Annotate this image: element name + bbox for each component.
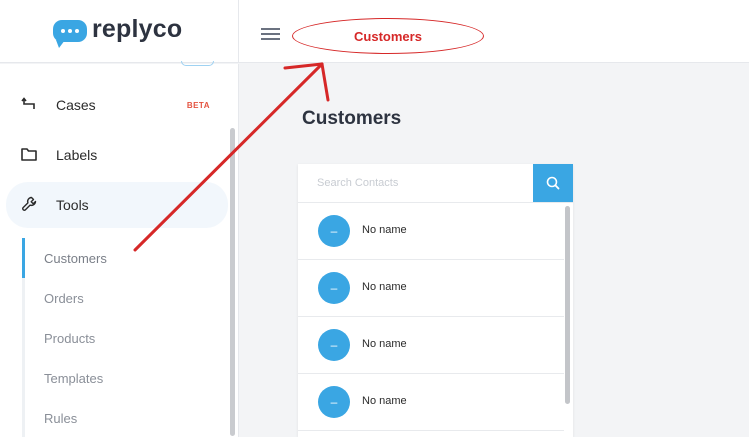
sidebar-scrollbar[interactable]	[230, 128, 235, 436]
sidebar-item-label: Tools	[56, 197, 89, 213]
sidebar-item-label: Cases	[56, 97, 96, 113]
contacts-panel: – No name – No name – No name – No name	[298, 164, 573, 437]
sidebar: Cases BETA Labels Tools Customers Orders…	[0, 61, 239, 437]
contact-name: No name	[362, 281, 407, 293]
annotation-label: Customers	[354, 28, 422, 44]
sidebar-item-cases[interactable]: Cases BETA	[6, 82, 228, 128]
top-header: replyco Customers	[0, 0, 749, 63]
sidebar-item-labels[interactable]: Labels	[6, 132, 228, 178]
folder-icon	[21, 148, 37, 161]
avatar: –	[318, 272, 350, 304]
avatar: –	[318, 329, 350, 361]
submenu-item-products[interactable]: Products	[44, 331, 95, 346]
sidebar-partial-button[interactable]	[181, 61, 214, 66]
contacts-scrollbar[interactable]	[565, 206, 570, 404]
search-input[interactable]	[298, 164, 533, 202]
sidebar-item-tools[interactable]: Tools	[6, 182, 228, 228]
contact-row[interactable]: – No name	[298, 260, 564, 317]
contact-name: No name	[362, 338, 407, 350]
submenu-active-indicator	[22, 238, 25, 278]
contact-row[interactable]: – No name	[298, 374, 564, 431]
submenu-item-templates[interactable]: Templates	[44, 371, 103, 386]
menu-toggle-icon[interactable]	[261, 28, 280, 41]
return-icon	[21, 97, 35, 109]
contact-row[interactable]: – No name	[298, 317, 564, 374]
chat-bubble-icon	[53, 20, 87, 48]
contact-name: No name	[362, 224, 407, 236]
avatar: –	[318, 215, 350, 247]
page-title: Customers	[302, 108, 402, 129]
sidebar-item-label: Labels	[56, 147, 98, 163]
brand-name: replyco	[92, 15, 183, 43]
avatar: –	[318, 386, 350, 418]
submenu-item-orders[interactable]: Orders	[44, 291, 84, 306]
contact-row[interactable]: – No name	[298, 203, 564, 260]
search-button[interactable]	[533, 164, 573, 202]
beta-badge: BETA	[186, 100, 210, 110]
wrench-icon	[22, 196, 37, 211]
contact-name: No name	[362, 395, 407, 407]
search-icon	[546, 176, 560, 190]
annotation-callout: Customers	[292, 18, 484, 54]
submenu-item-rules[interactable]: Rules	[44, 411, 77, 426]
brand-logo[interactable]: replyco	[0, 0, 239, 63]
submenu-item-customers[interactable]: Customers	[44, 251, 107, 266]
